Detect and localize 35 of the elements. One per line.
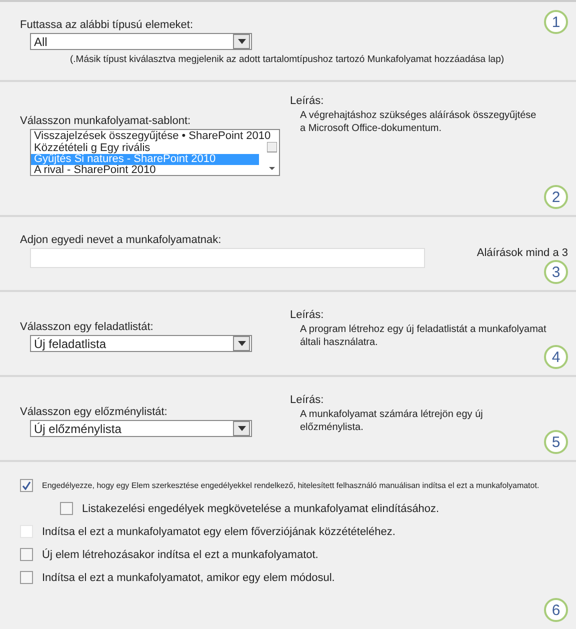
step-number: 1 <box>544 10 568 34</box>
checkbox[interactable] <box>60 502 73 515</box>
step-number: 2 <box>544 185 568 209</box>
side-text: Aláírások mind a 3 <box>476 247 568 259</box>
checkbox[interactable] <box>20 479 33 492</box>
list-item[interactable]: A rival - SharePoint 2010 <box>31 165 259 175</box>
dropdown[interactable]: Új feladatlista <box>30 335 252 352</box>
description-heading: Leírás: <box>290 394 325 406</box>
checkbox-label: Engedélyezze, hogy egy Elem szerkesztése engedélyekkel rendelkező, hitelesített felhasználó manuálisan indítsa el ezt a munkafolyamatot. <box>42 481 540 490</box>
dropdown[interactable]: Új előzménylista <box>30 420 252 437</box>
step-number: 4 <box>544 345 568 369</box>
step-number: 3 <box>544 260 568 284</box>
hint-text: (.Másik típust kiválasztva megjelenik az adott tartalomtípushoz tartozó Munkafolyamat hozzáadása lap) <box>70 54 506 66</box>
checkbox-label: Listakezelési engedélyek megkövetelése a munkafolyamat elindításához. <box>82 502 440 514</box>
field-label: Adjon egyedi nevet a munkafolyamatnak: <box>20 234 222 246</box>
field-label: Válasszon egy feladatlistát: <box>20 321 154 333</box>
checkbox-label: Új elem létrehozásakor indítsa el ezt a munkafolyamatot. <box>42 548 318 560</box>
description-text: A végrehajtáshoz szükséges aláírások összegyűjtése a Microsoft Office-dokumentum. <box>300 109 538 135</box>
checkbox-label: Indítsa el ezt a munkafolyamatot egy elem főverziójának közzétételéhez. <box>42 526 396 538</box>
description-text: A munkafolyamat számára létrejön egy új előzménylista. <box>300 408 484 434</box>
description-heading: Leírás: <box>290 309 325 321</box>
step-number: 6 <box>544 598 568 622</box>
template-listbox[interactable]: Visszajelzések összegyűjtése • SharePoint 2010 Közzétételi g Egy rivális Gyűjtés Si natures - SharePoint 2010 A rival - SharePoint 2010 <box>30 129 280 176</box>
description-heading: Leírás: <box>290 95 325 107</box>
field-label: Válasszon egy előzménylistát: <box>20 406 168 418</box>
list-item[interactable]: Közzétételi g Egy rivális <box>31 143 259 154</box>
field-label: Válasszon munkafolyamat-sablont: <box>20 115 192 127</box>
name-input-field[interactable] <box>30 248 425 268</box>
step-number: 5 <box>544 430 568 454</box>
checkbox[interactable] <box>20 571 33 584</box>
dropdown[interactable]: All <box>30 33 252 50</box>
checkbox[interactable] <box>20 548 33 561</box>
field-label: Futtassa az alábbi típusú elemeket: <box>20 19 194 31</box>
list-item[interactable]: Visszajelzések összegyűjtése • SharePoint 2010 <box>31 130 271 143</box>
checkbox-label: Indítsa el ezt a munkafolyamatot, amikor egy elem módosul. <box>42 572 335 584</box>
